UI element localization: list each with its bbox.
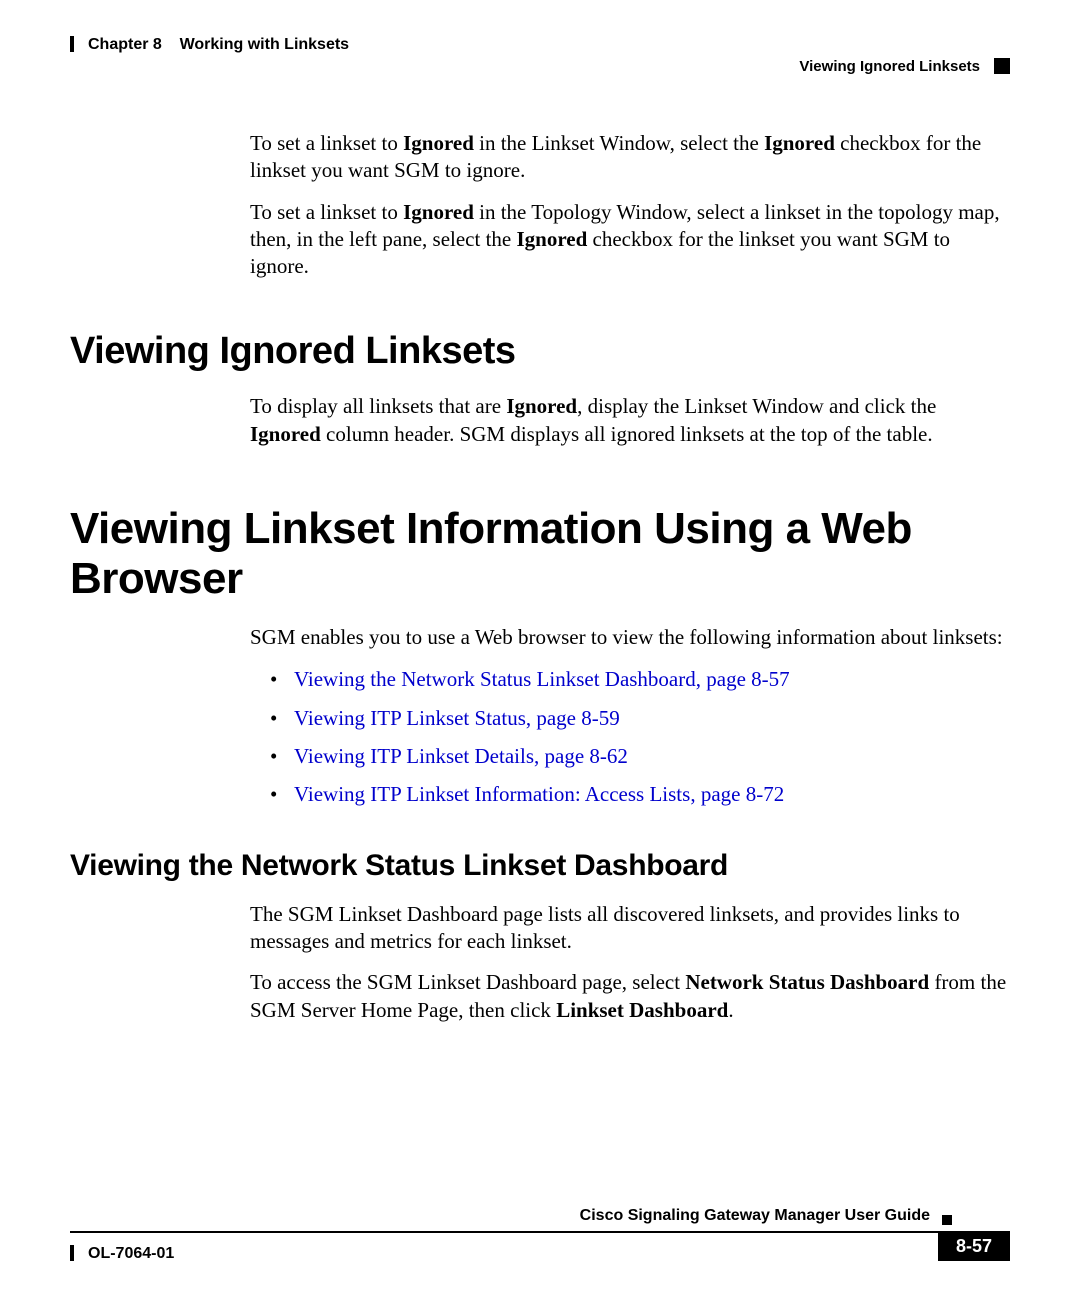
xref-link[interactable]: Viewing the Network Status Linkset Dashb… (294, 667, 790, 691)
sec2-para-1: SGM enables you to use a Web browser to … (250, 624, 1010, 651)
list-item: Viewing ITP Linkset Information: Access … (270, 780, 1010, 808)
heading-network-status-dashboard: Viewing the Network Status Linkset Dashb… (70, 849, 1010, 883)
chapter-label: Chapter 8 (88, 36, 162, 53)
sec3-para-2: To access the SGM Linkset Dashboard page… (250, 969, 1010, 1024)
heading-viewing-linkset-info-web: Viewing Linkset Information Using a Web … (70, 504, 1010, 604)
page-footer: Cisco Signaling Gateway Manager User Gui… (70, 1221, 1010, 1271)
page: Chapter 8 Working with Linksets Viewing … (0, 0, 1080, 1311)
list-item: Viewing the Network Status Linkset Dashb… (270, 665, 1010, 693)
list-item: Viewing ITP Linkset Status, page 8-59 (270, 704, 1010, 732)
footer-small-square-icon (942, 1215, 952, 1225)
intro-para-2: To set a linkset to Ignored in the Topol… (250, 199, 1010, 281)
chapter-title: Working with Linksets (180, 36, 350, 53)
footer-doc-id: OL-7064-01 (88, 1245, 174, 1263)
header-chapter: Chapter 8 Working with Linksets (88, 36, 349, 54)
footer-page-number: 8-57 (938, 1231, 1010, 1261)
heading-viewing-ignored-linksets: Viewing Ignored Linksets (70, 330, 1010, 373)
sec3-para-1: The SGM Linkset Dashboard page lists all… (250, 901, 1010, 956)
intro-para-1: To set a linkset to Ignored in the Links… (250, 130, 1010, 185)
sec1-para-1: To display all linksets that are Ignored… (250, 393, 1010, 448)
footer-left-rule-icon (70, 1245, 74, 1261)
link-list: Viewing the Network Status Linkset Dashb… (270, 665, 1010, 808)
header-rule-icon (70, 36, 74, 52)
footer-rule-icon (70, 1231, 945, 1233)
xref-link[interactable]: Viewing ITP Linkset Details, page 8-62 (294, 744, 628, 768)
xref-link[interactable]: Viewing ITP Linkset Status, page 8-59 (294, 706, 620, 730)
xref-link[interactable]: Viewing ITP Linkset Information: Access … (294, 782, 784, 806)
footer-guide-title: Cisco Signaling Gateway Manager User Gui… (580, 1207, 930, 1225)
header-section-title: Viewing Ignored Linksets (799, 58, 980, 75)
header-square-icon (994, 58, 1010, 74)
page-content: To set a linkset to Ignored in the Links… (70, 130, 1010, 1038)
list-item: Viewing ITP Linkset Details, page 8-62 (270, 742, 1010, 770)
